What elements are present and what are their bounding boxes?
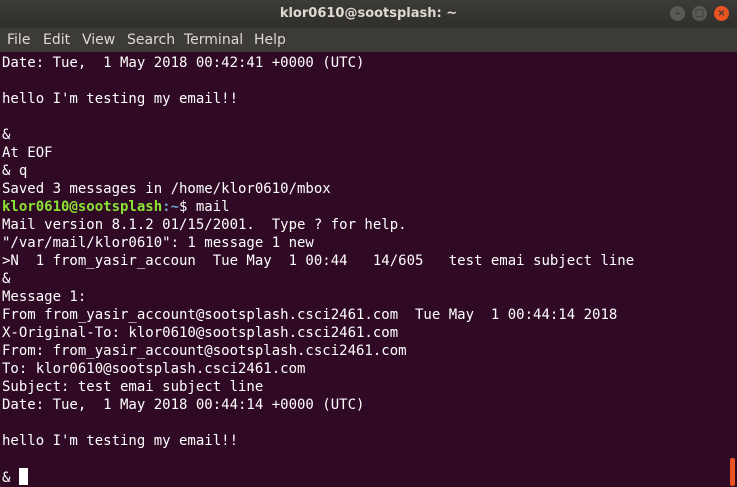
output-line: X-Original-To: klor0610@sootsplash.csci2…	[2, 325, 399, 341]
output-line: "/var/mail/klor0610": 1 message 1 new	[2, 235, 314, 251]
output-line: From: from_yasir_account@sootsplash.csci…	[2, 343, 407, 359]
title-bar[interactable]: klor0610@sootsplash: ~ – □ ×	[0, 0, 737, 28]
maximize-icon[interactable]: □	[692, 6, 707, 21]
menu-view[interactable]: View	[82, 32, 115, 48]
output-line: Subject: test emai subject line	[2, 379, 264, 395]
menu-search[interactable]: Search	[127, 32, 175, 48]
close-icon[interactable]: ×	[714, 6, 729, 21]
text-cursor	[18, 468, 28, 485]
menu-edit[interactable]: Edit	[43, 32, 70, 48]
output-line: hello I'm testing my email!!	[2, 91, 239, 107]
output-line: From from_yasir_account@sootsplash.csci2…	[2, 307, 618, 323]
output-line: At EOF	[2, 145, 53, 161]
output-line: &	[2, 127, 11, 143]
output-line: & q	[2, 163, 28, 179]
prompt-symbol: $	[179, 199, 196, 215]
window-title: klor0610@sootsplash: ~	[279, 6, 458, 21]
output-line: Message 1:	[2, 289, 87, 305]
terminal-output[interactable]: Date: Tue, 1 May 2018 00:42:41 +0000 (UT…	[0, 52, 728, 487]
output-line: Date: Tue, 1 May 2018 00:44:14 +0000 (UT…	[2, 397, 365, 413]
prompt-user-host: klor0610@sootsplash	[2, 199, 163, 215]
output-line: To: klor0610@sootsplash.csci2461.com	[2, 361, 306, 377]
terminal-window: klor0610@sootsplash: ~ – □ × File Edit V…	[0, 0, 737, 487]
prompt-path: :~	[162, 199, 180, 215]
scrollbar-thumb[interactable]	[730, 458, 735, 486]
menu-help[interactable]: Help	[254, 32, 286, 48]
output-line: hello I'm testing my email!!	[2, 433, 239, 449]
scrollbar[interactable]	[728, 52, 737, 487]
mail-prompt: &	[2, 470, 19, 486]
prompt-command: mail	[195, 199, 230, 215]
message-header-row: >N 1 from_yasir_accoun Tue May 1 00:44 1…	[2, 253, 635, 269]
output-line: Mail version 8.1.2 01/15/2001. Type ? fo…	[2, 217, 407, 233]
menu-bar: File Edit View Search Terminal Help	[0, 28, 737, 52]
current-input-line[interactable]: &	[2, 468, 28, 486]
output-line: Saved 3 messages in /home/klor0610/mbox	[2, 181, 331, 197]
menu-file[interactable]: File	[7, 32, 30, 48]
output-line: Date: Tue, 1 May 2018 00:42:41 +0000 (UT…	[2, 55, 365, 71]
minimize-icon[interactable]: –	[670, 6, 685, 21]
output-line: &	[2, 271, 11, 287]
shell-prompt-line: klor0610@sootsplash:~$ mail	[2, 198, 230, 216]
menu-terminal[interactable]: Terminal	[184, 32, 243, 48]
